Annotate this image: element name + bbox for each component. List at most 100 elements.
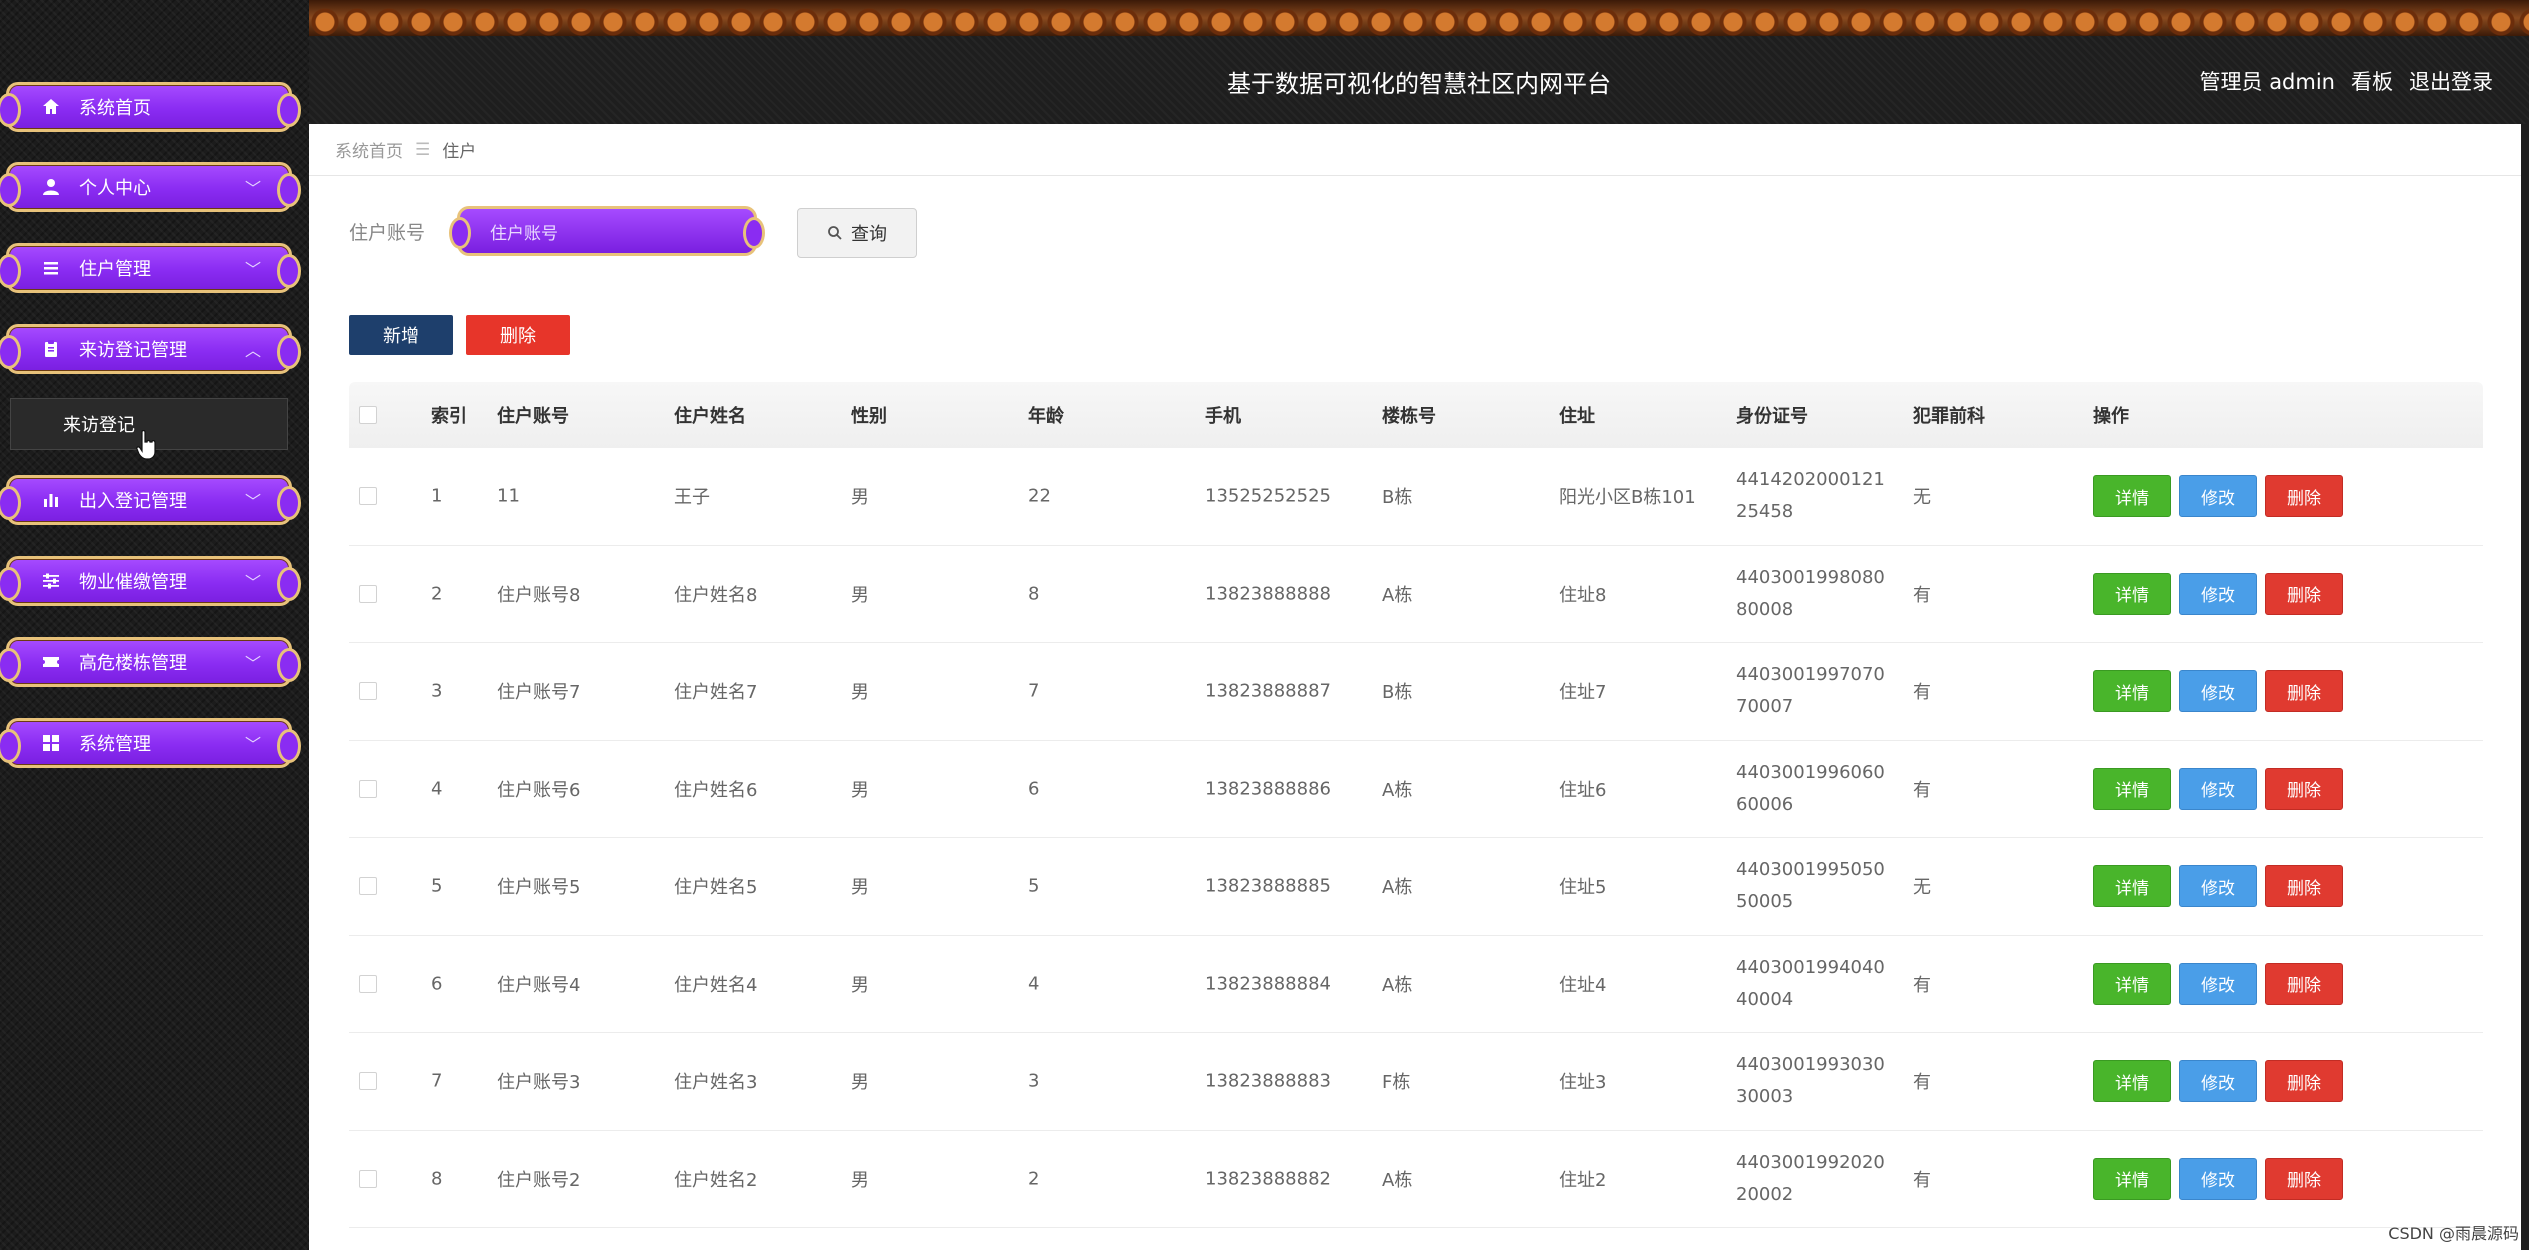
- row-checkbox[interactable]: [359, 877, 377, 896]
- edit-button[interactable]: 修改: [2179, 962, 2257, 1005]
- column-header-name: 住户姓名: [674, 406, 746, 427]
- column-header-gender: 性别: [851, 406, 887, 427]
- sidebar-item-5[interactable]: 出入登记管理 ﹀: [0, 475, 301, 525]
- scrollbar-track[interactable]: [2521, 124, 2529, 1250]
- detail-button[interactable]: 详情: [2093, 865, 2171, 908]
- table-body: 1 11 王子男 22 13525252525 B栋 阳光小区B栋101 4414202000…: [349, 448, 2483, 1228]
- header: 基于数据可视化的智慧社区内网平台 管理员 admin 看板 退出登录: [309, 0, 2529, 124]
- row-checkbox[interactable]: [359, 1169, 377, 1188]
- header-actions: 管理员 admin 看板 退出登录: [2200, 66, 2493, 96]
- cell-name: 住户姓名2: [674, 1169, 758, 1191]
- remove-button[interactable]: 删除: [2265, 767, 2343, 810]
- row-checkbox[interactable]: [359, 1072, 377, 1091]
- sidebar-item-2[interactable]: 个人中心 ﹀: [0, 162, 301, 212]
- detail-button[interactable]: 详情: [2093, 475, 2171, 518]
- page-title: 基于数据可视化的智慧社区内网平台: [1227, 70, 1611, 98]
- cell-account: 住户账号2: [497, 1169, 581, 1191]
- id-number-line-1: 4403001995050: [1736, 859, 1885, 881]
- cell-account: 住户账号3: [497, 1072, 581, 1094]
- cell-age: 2: [1028, 1168, 1040, 1190]
- sidebar-item-7[interactable]: 高危楼栋管理 ﹀: [0, 637, 301, 687]
- delete-button[interactable]: 删除: [466, 315, 570, 355]
- remove-button[interactable]: 删除: [2265, 670, 2343, 713]
- id-number-line-2: 30003: [1736, 1086, 1794, 1108]
- sliders-icon: [39, 569, 63, 593]
- id-number-line-2: 40004: [1736, 988, 1794, 1010]
- id-number-line-1: 4403001993030: [1736, 1054, 1885, 1076]
- remove-button[interactable]: 删除: [2265, 1060, 2343, 1103]
- search-input[interactable]: 住户账号: [449, 206, 765, 256]
- edit-button[interactable]: 修改: [2179, 572, 2257, 615]
- detail-button[interactable]: 详情: [2093, 1060, 2171, 1103]
- edit-button[interactable]: 修改: [2179, 670, 2257, 713]
- cell-address: 住址2: [1559, 1169, 1607, 1191]
- cell-index: 7: [431, 1070, 443, 1092]
- row-checkbox[interactable]: [359, 974, 377, 993]
- cell-gender: 男: [851, 877, 869, 899]
- ticket-icon: [39, 650, 63, 674]
- cell-address: 住址4: [1559, 974, 1607, 996]
- detail-button[interactable]: 详情: [2093, 670, 2171, 713]
- cell-age: 4: [1028, 973, 1040, 995]
- cell-account: 11: [497, 485, 520, 507]
- row-checkbox[interactable]: [359, 779, 377, 798]
- detail-button[interactable]: 详情: [2093, 962, 2171, 1005]
- cell-id-number: 4403001998080 80008: [1736, 562, 1885, 626]
- table-row: 8 住户账号2 住户姓名2 男 2 13823888882 A栋 住址2 44030019920…: [349, 1131, 2483, 1228]
- cell-name: 住户姓名5: [674, 877, 758, 899]
- detail-button[interactable]: 详情: [2093, 1157, 2171, 1200]
- add-button[interactable]: 新增: [349, 315, 453, 355]
- cell-building: A栋: [1382, 877, 1413, 899]
- column-header-id-number: 身份证号: [1736, 406, 1808, 427]
- cell-age: 6: [1028, 778, 1040, 800]
- remove-button[interactable]: 删除: [2265, 962, 2343, 1005]
- cell-index: 3: [431, 680, 443, 702]
- edit-button[interactable]: 修改: [2179, 1157, 2257, 1200]
- cell-building: F栋: [1382, 1072, 1411, 1094]
- row-checkbox[interactable]: [359, 487, 377, 506]
- cell-account: 住户账号6: [497, 779, 581, 801]
- remove-button[interactable]: 删除: [2265, 572, 2343, 615]
- sidebar-item-label: 系统首页: [79, 98, 151, 119]
- search-button-label: 查询: [851, 224, 887, 245]
- chevron-down-icon: ﹀: [244, 654, 261, 673]
- board-link[interactable]: 看板: [2351, 66, 2393, 96]
- remove-button[interactable]: 删除: [2265, 1157, 2343, 1200]
- sidebar-item-4[interactable]: 来访登记管理 ︿: [0, 324, 301, 374]
- cell-index: 8: [431, 1168, 443, 1190]
- cell-id-number: 4403001995050 50005: [1736, 854, 1885, 918]
- sidebar-item-6[interactable]: 物业催缴管理 ﹀: [0, 556, 301, 606]
- cell-building: A栋: [1382, 584, 1413, 606]
- id-number-line-1: 4403001994040: [1736, 956, 1885, 978]
- sidebar-item-8[interactable]: 系统管理 ﹀: [0, 718, 301, 768]
- edit-button[interactable]: 修改: [2179, 865, 2257, 908]
- main-content: 系统首页 ☰ 住户 住户账号 住户账号 查询 新增 删除 索引 住户账号 住户姓名性…: [309, 124, 2521, 1250]
- hand-cursor-icon: [136, 429, 158, 460]
- home-icon: [39, 95, 63, 119]
- search-button[interactable]: 查询: [797, 208, 917, 258]
- cell-gender: 男: [851, 1169, 869, 1191]
- detail-button[interactable]: 详情: [2093, 767, 2171, 810]
- row-checkbox[interactable]: [359, 682, 377, 701]
- cell-building: B栋: [1382, 487, 1413, 509]
- table-row: 2 住户账号8 住户姓名8 男 8 13823888888 A栋 住址8 44030019980…: [349, 546, 2483, 643]
- row-checkbox[interactable]: [359, 584, 377, 603]
- sidebar-item-1[interactable]: 系统首页: [0, 82, 301, 132]
- edit-button[interactable]: 修改: [2179, 767, 2257, 810]
- select-all-checkbox[interactable]: [359, 406, 377, 424]
- remove-button[interactable]: 删除: [2265, 475, 2343, 518]
- logout-link[interactable]: 退出登录: [2409, 66, 2493, 96]
- edit-button[interactable]: 修改: [2179, 1060, 2257, 1103]
- breadcrumb-home[interactable]: 系统首页: [335, 137, 403, 162]
- sidebar-item-label: 出入登记管理: [79, 491, 187, 512]
- cell-address: 住址7: [1559, 682, 1607, 704]
- detail-button[interactable]: 详情: [2093, 572, 2171, 615]
- user-icon: [39, 175, 63, 199]
- sidebar-item-3[interactable]: 住户管理 ﹀: [0, 243, 301, 293]
- remove-button[interactable]: 删除: [2265, 865, 2343, 908]
- cell-index: 6: [431, 973, 443, 995]
- column-header-age: 年龄: [1028, 406, 1064, 427]
- sidebar: 系统首页 个人中心 ﹀ 住户管理 ﹀ 来访登记管理 ︿ 出入登记管理 ﹀ 物业催缴管理 ﹀ 高危楼栋管…: [0, 0, 309, 1250]
- cell-age: 22: [1028, 485, 1051, 507]
- edit-button[interactable]: 修改: [2179, 475, 2257, 518]
